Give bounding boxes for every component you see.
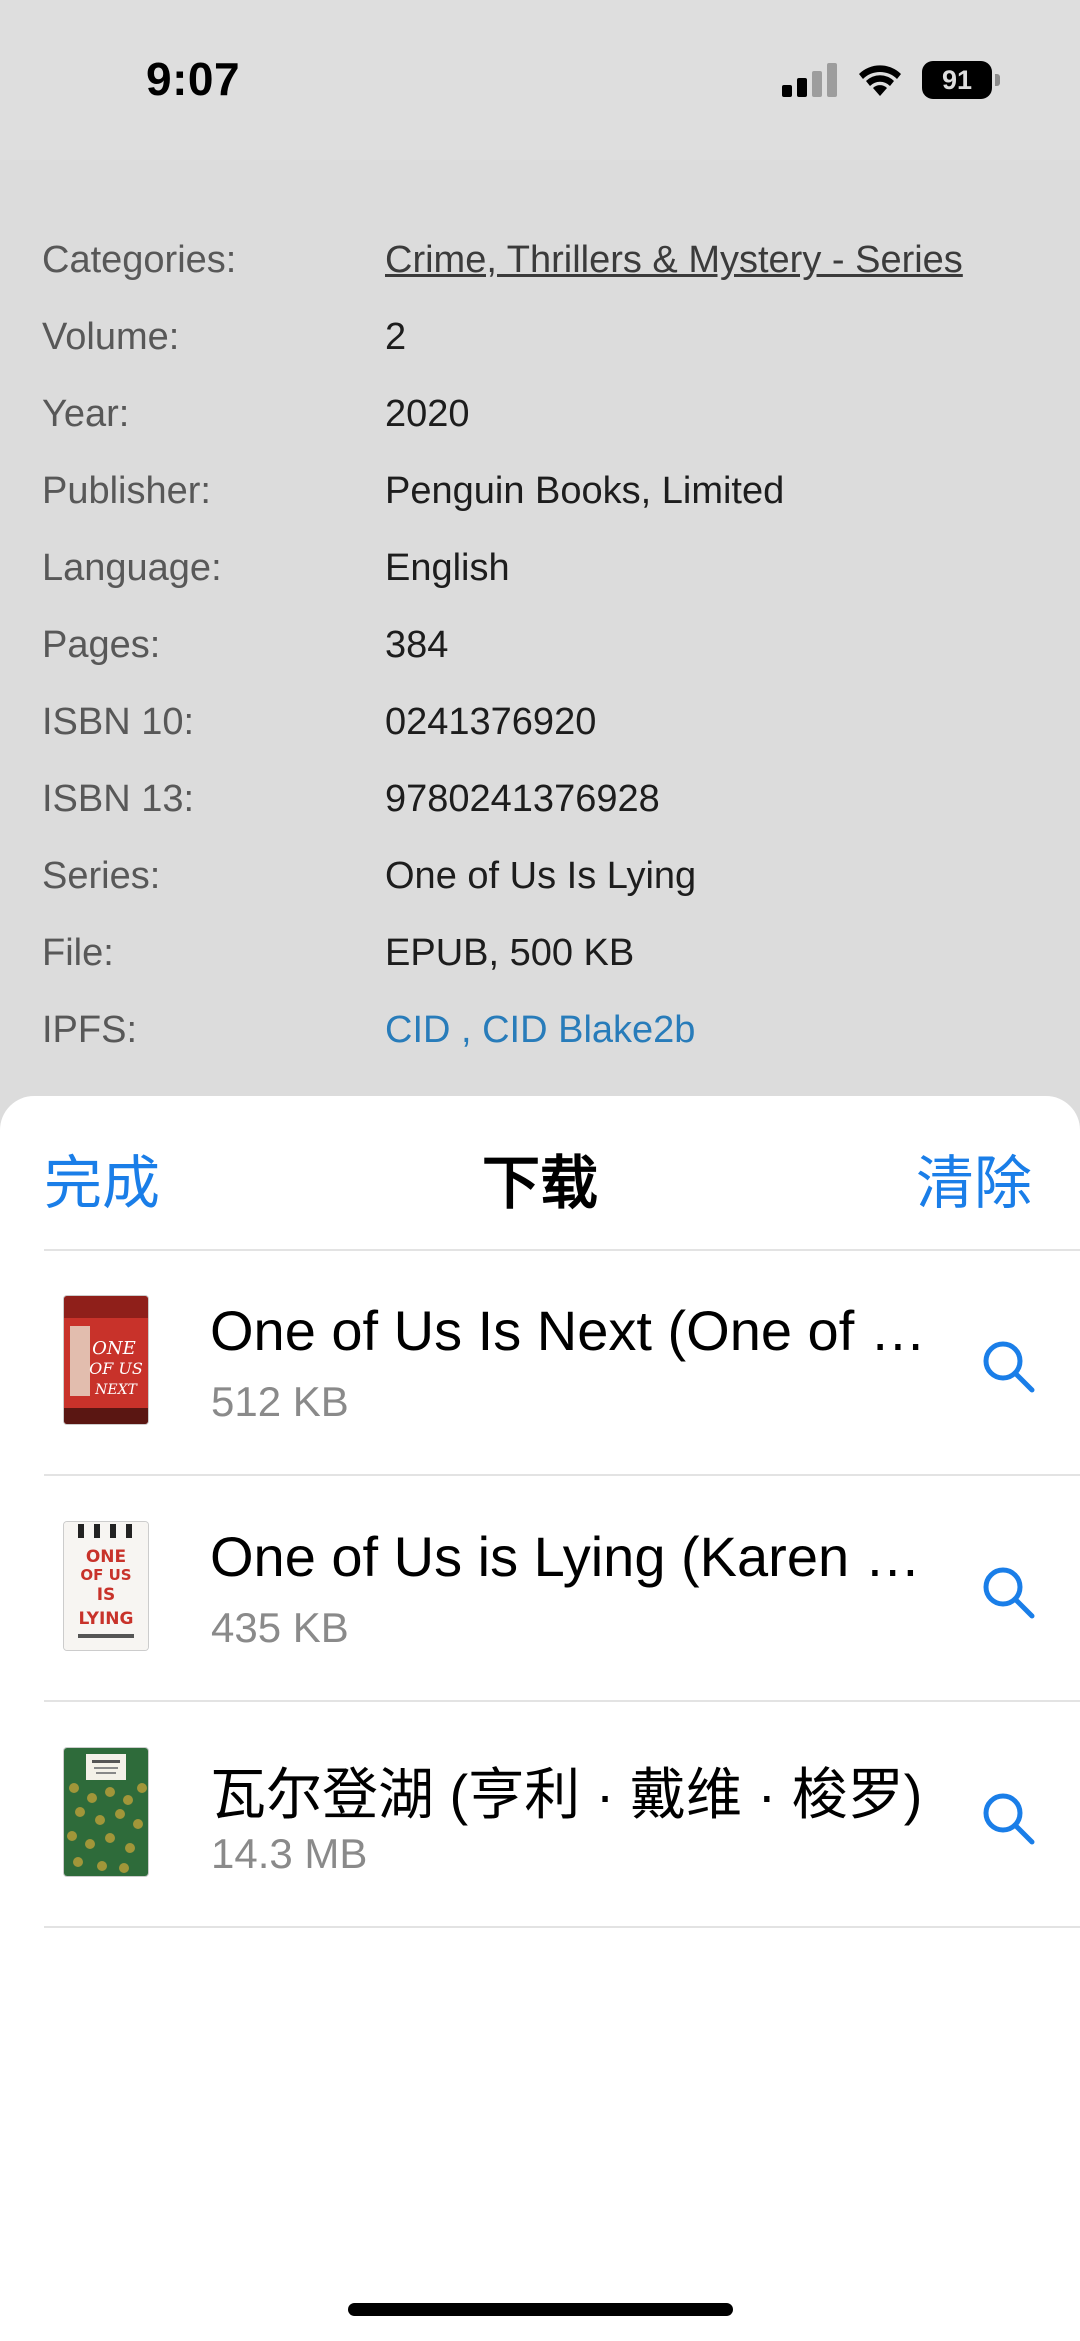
search-icon[interactable] <box>980 1564 1036 1620</box>
download-item[interactable]: 瓦尔登湖 (亨利 · 戴维 · 梭罗) 14.3 MB <box>44 1702 1080 1928</box>
dim-overlay[interactable] <box>0 0 1080 1130</box>
download-size: 435 KB <box>211 1604 349 1651</box>
clear-button[interactable]: 清除 <box>916 1136 1032 1220</box>
svg-text:OF US: OF US <box>80 1566 131 1584</box>
downloads-sheet: 完成 下载 清除 ONE OF US NEXT One of Us Is Nex… <box>0 1096 1080 2341</box>
sheet-header: 完成 下载 清除 <box>0 1096 1080 1251</box>
svg-text:ONE: ONE <box>92 1338 136 1359</box>
download-item[interactable]: ONE OF US IS LYING One of Us is Lying (K… <box>44 1476 1080 1702</box>
svg-text:ONE: ONE <box>86 1547 126 1567</box>
download-item[interactable]: ONE OF US NEXT One of Us Is Next (One of… <box>44 1250 1080 1476</box>
svg-text:OF US: OF US <box>89 1359 143 1378</box>
svg-text:IS: IS <box>97 1585 116 1605</box>
home-indicator[interactable] <box>348 2303 733 2316</box>
search-icon[interactable] <box>980 1790 1036 1846</box>
book-cover-image <box>64 1748 148 1876</box>
download-list: ONE OF US NEXT One of Us Is Next (One of… <box>0 1250 1080 1928</box>
book-cover-image: ONE OF US NEXT <box>64 1296 148 1424</box>
search-icon[interactable] <box>980 1338 1036 1394</box>
download-size: 14.3 MB <box>211 1830 368 1877</box>
download-size: 512 KB <box>211 1378 349 1425</box>
download-title: One of Us Is Next (One of Us Is Lying, #… <box>210 1299 950 1362</box>
download-title: 瓦尔登湖 (亨利 · 戴维 · 梭罗) <box>210 1763 923 1826</box>
svg-text:NEXT: NEXT <box>94 1382 138 1398</box>
book-cover-image: ONE OF US IS LYING <box>64 1522 148 1650</box>
download-title: One of Us is Lying (Karen M. McManus) <box>210 1525 950 1588</box>
svg-text:LYING: LYING <box>78 1609 133 1629</box>
screen: 9:07 91 Categories: Crime, Thrillers & M… <box>0 0 1080 2341</box>
